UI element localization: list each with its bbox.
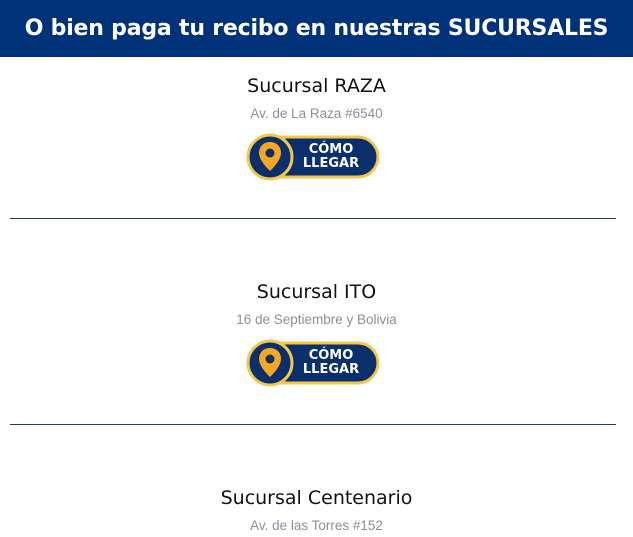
divider (10, 218, 616, 219)
branch-name: Sucursal Centenario (220, 487, 413, 509)
header-banner: O bien paga tu recibo en nuestras SUCURS… (0, 0, 633, 57)
branch-name: Sucursal ITO (256, 281, 377, 303)
branch-name: Sucursal RAZA (247, 75, 386, 97)
branch-ito: Sucursal ITO 16 de Septiembre y Bolivia (0, 280, 633, 330)
button-label-line1: CÓMO (308, 142, 354, 157)
branch-address: 16 de Septiembre y Bolivia (236, 312, 397, 327)
divider (10, 424, 616, 425)
branch-centenario: Sucursal Centenario Av. de las Torres #1… (0, 486, 633, 536)
como-llegar-button-ito[interactable]: CÓMO LLEGAR (246, 339, 380, 387)
branch-address: Av. de La Raza #6540 (250, 106, 383, 121)
button-label-line2: LLEGAR (302, 362, 360, 377)
branch-address: Av. de las Torres #152 (250, 518, 383, 533)
como-llegar-button-raza[interactable]: CÓMO LLEGAR (246, 133, 380, 181)
branch-raza: Sucursal RAZA Av. de La Raza #6540 (0, 74, 633, 124)
button-label-line1: CÓMO (308, 348, 354, 363)
header-title: O bien paga tu recibo en nuestras SUCURS… (24, 16, 609, 41)
button-label-line2: LLEGAR (302, 156, 360, 171)
